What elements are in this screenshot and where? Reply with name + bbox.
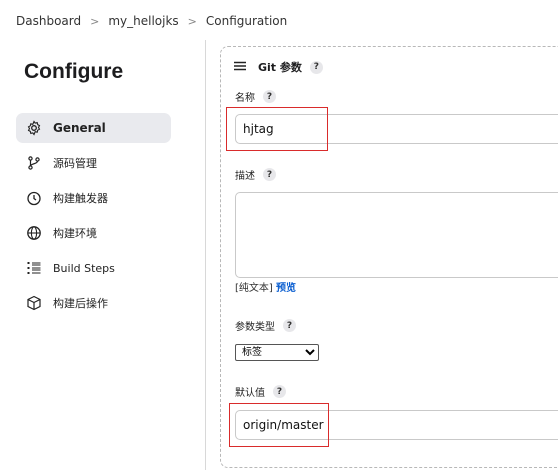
git-parameter-header: Git 参数 ?: [234, 57, 323, 77]
sidebar-item-label: 构建环境: [53, 227, 97, 240]
sidebar-item-general[interactable]: General: [16, 113, 171, 143]
description-label-text: 描述: [235, 171, 255, 182]
plain-text-row: [纯文本] 预览: [235, 279, 296, 294]
sidebar-item-environment[interactable]: 构建环境: [16, 218, 171, 248]
name-input[interactable]: [235, 114, 558, 144]
parameter-type-select[interactable]: 标签: [235, 344, 319, 361]
sidebar-item-post-build[interactable]: 构建后操作: [16, 288, 171, 318]
sidebar-item-label: 源码管理: [53, 157, 97, 170]
list-icon: [26, 260, 42, 276]
type-label: 参数类型 ?: [235, 318, 296, 333]
breadcrumb-separator-icon: >: [187, 14, 197, 28]
breadcrumb: Dashboard > my_hellojks > Configuration: [0, 0, 558, 42]
cube-icon: [26, 295, 42, 311]
breadcrumb-separator-icon: >: [90, 14, 100, 28]
gear-icon: [26, 120, 42, 136]
sidebar-item-label: 构建触发器: [53, 192, 108, 205]
plain-text-label: [纯文本]: [235, 283, 273, 294]
sidebar-item-label: 构建后操作: [53, 297, 108, 310]
globe-icon: [26, 225, 42, 241]
page-title: Configure: [24, 60, 124, 83]
git-parameter-title: Git 参数: [258, 61, 302, 74]
breadcrumb-job[interactable]: my_hellojks: [108, 14, 178, 28]
drag-handle-icon[interactable]: [234, 61, 246, 74]
sidebar-item-label: General: [53, 121, 106, 135]
preview-link[interactable]: 预览: [276, 283, 296, 294]
help-icon[interactable]: ?: [263, 168, 276, 181]
breadcrumb-configuration[interactable]: Configuration: [206, 14, 287, 28]
help-icon[interactable]: ?: [273, 385, 286, 398]
description-label: 描述 ?: [235, 167, 276, 182]
clock-icon: [26, 190, 42, 206]
name-label: 名称 ?: [235, 89, 276, 104]
default-value-input[interactable]: [235, 410, 558, 440]
help-icon[interactable]: ?: [263, 90, 276, 103]
breadcrumb-dashboard[interactable]: Dashboard: [16, 14, 81, 28]
help-icon[interactable]: ?: [309, 60, 323, 74]
description-textarea[interactable]: [235, 192, 558, 278]
sidebar-item-triggers[interactable]: 构建触发器: [16, 183, 171, 213]
default-value-label: 默认值 ?: [235, 384, 286, 399]
name-label-text: 名称: [235, 93, 255, 104]
help-icon[interactable]: ?: [283, 319, 296, 332]
type-label-text: 参数类型: [235, 322, 275, 333]
branch-icon: [26, 155, 42, 171]
sidebar-item-build-steps[interactable]: Build Steps: [16, 253, 171, 283]
sidebar-item-scm[interactable]: 源码管理: [16, 148, 171, 178]
sidebar-item-label: Build Steps: [53, 261, 115, 275]
default-value-label-text: 默认值: [235, 388, 265, 399]
